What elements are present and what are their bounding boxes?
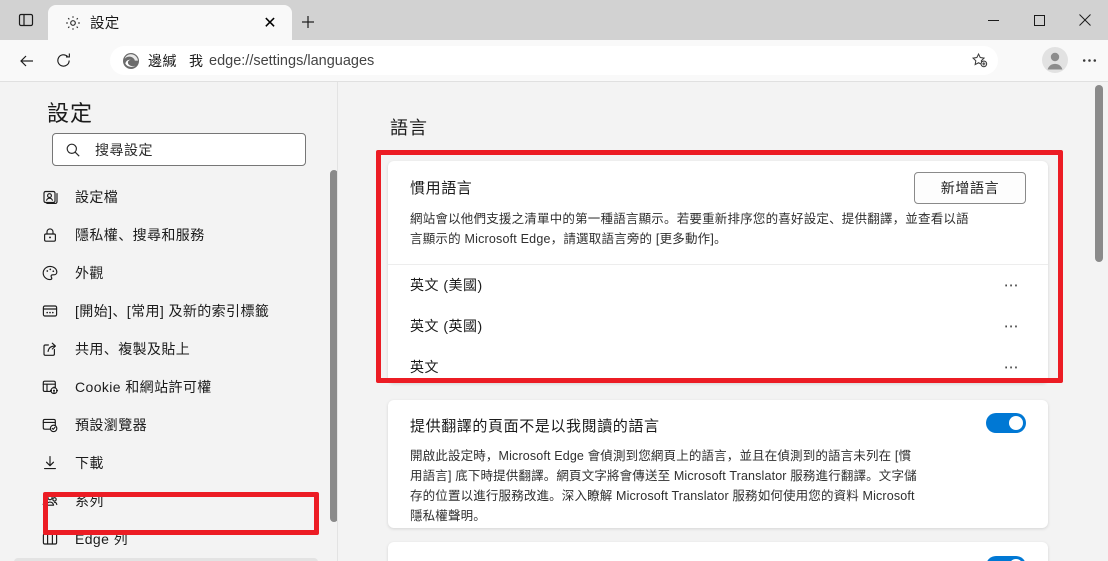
sidebar-item-9[interactable]: Edge 列 [14, 520, 318, 558]
profile-icon [40, 187, 60, 207]
sidebar-item-2[interactable]: 外觀 [14, 254, 318, 292]
sidebar-item-5[interactable]: Cookie 和網站許可權 [14, 368, 318, 406]
sidebar-item-label: 預設瀏覽器 [75, 417, 147, 433]
window-controls [970, 0, 1108, 40]
sidebar-item-0[interactable]: 設定檔 [14, 178, 318, 216]
profile-avatar-icon[interactable] [1040, 45, 1070, 75]
browser-more-icon[interactable] [1074, 45, 1104, 75]
sidebar-item-label: 設定檔 [75, 189, 119, 205]
add-language-button[interactable]: 新增語言 [914, 172, 1026, 204]
language-name: 英文 (美國) [410, 277, 483, 293]
new-tab-button[interactable] [294, 8, 322, 36]
omnibox-url-text: edge://settings/languages [209, 52, 375, 69]
sidebar-item-label: 下載 [75, 455, 104, 471]
close-button[interactable] [1062, 0, 1108, 40]
toolbar-right-actions [1040, 45, 1104, 75]
preferred-languages-description: 網站會以他們支援之清單中的第一種語言顯示。若要重新排序您的喜好設定、提供翻譯，並… [410, 212, 969, 247]
language-name: 英文 [410, 359, 439, 375]
edge-logo-icon [122, 52, 140, 70]
refresh-icon[interactable] [48, 46, 78, 76]
settings-title: 設定 [47, 101, 94, 126]
offer-translate-inner: 提供翻譯的頁面不是以我閱讀的語言 開啟此設定時，Microsoft Edge 會… [388, 400, 1048, 542]
offer-translate-toggle[interactable] [986, 413, 1026, 433]
sidebar-item-3[interactable]: [開始]、[常用] 及新的索引標籤 [14, 292, 318, 330]
sidebar-item-label: Edge 列 [75, 531, 128, 547]
close-icon[interactable]: ✕ [258, 11, 282, 35]
language-more-actions-icon[interactable]: ⋯ [998, 312, 1026, 340]
language-row-1[interactable]: 英文 (英國) ⋯ [388, 306, 1048, 347]
offer-translate-description: 開啟此設定時，Microsoft Edge 會偵測到您網頁上的語言，並且在偵測到… [410, 449, 917, 523]
gear-icon [64, 14, 81, 31]
sidebar-item-label: Cookie 和網站許可權 [75, 379, 212, 395]
back-icon[interactable] [12, 46, 42, 76]
language-more-actions-icon[interactable]: ⋯ [998, 271, 1026, 299]
address-bar[interactable]: 邊緘 我 edge://settings/languages [110, 46, 998, 75]
sidebar-item-7[interactable]: 下載 [14, 444, 318, 482]
lock-icon [40, 225, 60, 245]
language-more-actions-icon[interactable]: ⋯ [998, 353, 1026, 381]
share-icon [40, 339, 60, 359]
third-setting-card [388, 542, 1048, 561]
browser-window: 設定 ✕ 邊緘 我 edge://settings/languages 設定 搜… [0, 0, 1108, 561]
search-placeholder: 搜尋設定 [95, 141, 153, 158]
search-icon [65, 142, 81, 158]
browser-toolbar: 邊緘 我 edge://settings/languages [0, 40, 1108, 81]
sidebar-item-4[interactable]: 共用、複製及貼上 [14, 330, 318, 368]
offer-translate-card: 提供翻譯的頁面不是以我閱讀的語言 開啟此設定時，Microsoft Edge 會… [388, 400, 1048, 528]
omnibox-brand-label: 邊緘 [148, 52, 177, 69]
default-browser-icon [40, 415, 60, 435]
newtab-icon [40, 301, 60, 321]
language-list: 英文 (美國) ⋯ 英文 (英國) ⋯ 英文 ⋯ [388, 265, 1048, 388]
language-row-2[interactable]: 英文 ⋯ [388, 347, 1048, 388]
language-name: 英文 (英國) [410, 318, 483, 334]
content-scrollbar-thumb[interactable] [1095, 85, 1103, 262]
toggle-knob [1009, 416, 1023, 430]
sidebar-scrollbar-thumb[interactable] [330, 170, 337, 522]
settings-sidebar: 設定 搜尋設定 設定檔隱私權、搜尋和服務 外觀 [開始]、[常用] 及新的索引標籤共… [0, 82, 337, 561]
tab-actions-icon[interactable] [10, 8, 42, 32]
family-icon [40, 491, 60, 511]
sidebar-item-label: [開始]、[常用] 及新的索引標籤 [75, 303, 270, 319]
palette-icon [40, 263, 60, 283]
settings-nav-list: 設定檔隱私權、搜尋和服務 外觀 [開始]、[常用] 及新的索引標籤 共用、複製及貼上 C… [0, 178, 337, 561]
sidebar-item-label: 外觀 [75, 265, 104, 281]
preferred-languages-card: 慣用語言 新增語言 網站會以他們支援之清單中的第一種語言顯示。若要重新排序您的喜… [388, 161, 1048, 383]
cookie-icon [40, 377, 60, 397]
language-row-0[interactable]: 英文 (美國) ⋯ [388, 265, 1048, 306]
edge-bar-icon [40, 529, 60, 549]
page-title: 語言 [390, 118, 428, 138]
omnibox-profile-label: 我 [189, 52, 203, 69]
download-icon [40, 453, 60, 473]
title-bar: 設定 ✕ [0, 0, 1108, 40]
sidebar-item-label: 隱私權、搜尋和服務 [75, 227, 205, 243]
preferred-languages-header: 慣用語言 新增語言 網站會以他們支援之清單中的第一種語言顯示。若要重新排序您的喜… [388, 161, 1048, 265]
maximize-button[interactable] [1016, 0, 1062, 40]
tab-title: 設定 [90, 16, 120, 32]
browser-tab[interactable]: 設定 ✕ [48, 5, 292, 40]
sidebar-item-label: 共用、複製及貼上 [75, 341, 191, 357]
offer-translate-title: 提供翻譯的頁面不是以我閱讀的語言 [410, 418, 660, 435]
sidebar-item-1[interactable]: 隱私權、搜尋和服務 [14, 216, 318, 254]
sidebar-item-6[interactable]: 預設瀏覽器 [14, 406, 318, 444]
add-favorite-icon[interactable] [967, 49, 992, 72]
third-setting-toggle[interactable] [986, 556, 1026, 561]
settings-content: 語言 慣用語言 新增語言 網站會以他們支援之清單中的第一種語言顯示。若要重新排序… [338, 82, 1108, 561]
sidebar-item-label: 系列 [75, 493, 104, 509]
sidebar-item-8[interactable]: 系列 [14, 482, 318, 520]
search-settings-input[interactable]: 搜尋設定 [52, 133, 306, 166]
minimize-button[interactable] [970, 0, 1016, 40]
